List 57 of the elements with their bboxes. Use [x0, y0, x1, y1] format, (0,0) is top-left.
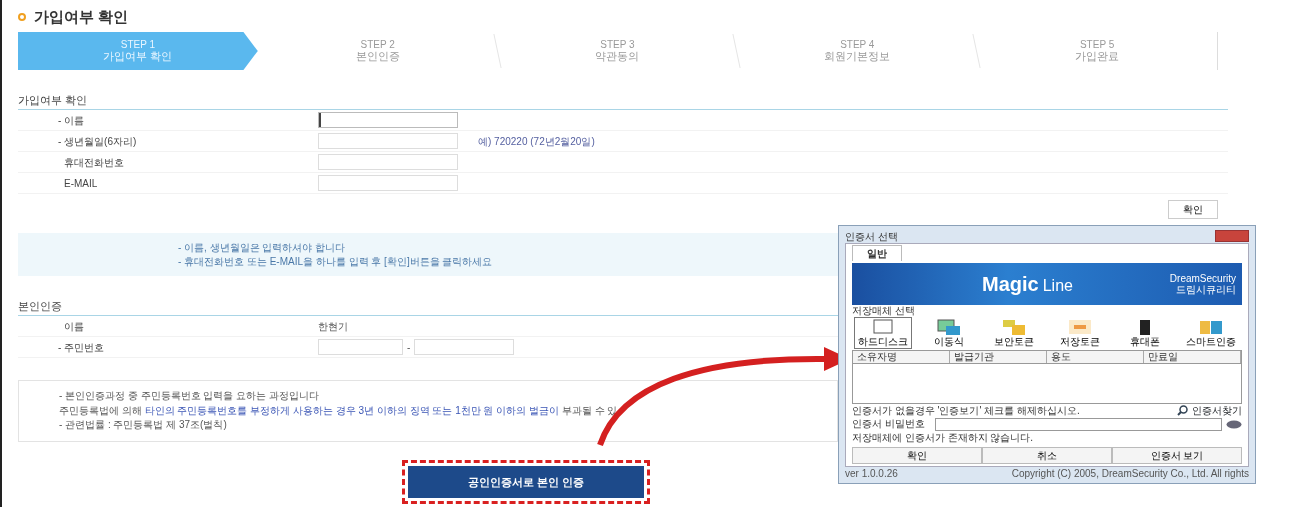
- media-option[interactable]: 스마트인증: [1181, 317, 1240, 349]
- media-option[interactable]: 이동식: [919, 317, 978, 349]
- dialog-button[interactable]: 취소: [982, 446, 1112, 464]
- notice-text: - 이름, 생년월일은 입력하셔야 합니다: [178, 241, 346, 255]
- field-label: 이름: [63, 319, 85, 334]
- monitor-icon: [870, 318, 896, 336]
- separator-text: -: [407, 340, 411, 355]
- input-field[interactable]: [414, 339, 515, 355]
- media-heading: 저장매체 선택: [852, 305, 916, 317]
- device-icon: [1066, 318, 1093, 336]
- close-button[interactable]: [1215, 230, 1249, 242]
- media-option[interactable]: 휴대폰: [1116, 317, 1175, 349]
- input-field[interactable]: [318, 339, 403, 355]
- input-field[interactable]: [318, 154, 458, 170]
- banner-title: Magic Line: [982, 272, 1073, 297]
- device-icon: [935, 318, 962, 336]
- search-icon: [1177, 405, 1188, 417]
- column-header: 만료일: [1144, 350, 1241, 363]
- input-field[interactable]: [318, 175, 458, 191]
- column-header: 소유자명: [853, 350, 950, 363]
- field-label: - 이름: [57, 113, 86, 128]
- keyboard-icon[interactable]: [1226, 420, 1242, 429]
- input-field[interactable]: [318, 112, 458, 128]
- field-label: 휴대전화번호: [63, 155, 125, 170]
- device-icon: [1197, 318, 1224, 336]
- field-hint: 예) 720220 (72년2월20일): [478, 134, 595, 149]
- media-option[interactable]: 저장토큰: [1050, 317, 1109, 349]
- dialog-button[interactable]: 인증서 보기: [1112, 446, 1242, 464]
- media-option[interactable]: 하드디스크: [854, 317, 912, 349]
- bullet-icon: [18, 13, 26, 21]
- section-heading: 가입여부 확인: [18, 92, 1228, 110]
- version-text: ver 1.0.0.26: [845, 467, 898, 480]
- dialog-title: 인증서 선택: [845, 229, 898, 244]
- notice-text: - 휴대전화번호 또는 E-MAIL을 하나를 입력 후 [확인]버튼을 클릭하세요: [178, 254, 493, 268]
- column-header: 용도: [1047, 350, 1144, 363]
- find-link[interactable]: 인증서찾기: [1177, 404, 1242, 417]
- status-text: 저장매체에 인증서가 존재하지 않습니다.: [852, 432, 1034, 445]
- input-field[interactable]: [318, 133, 458, 149]
- dialog-button[interactable]: 확인: [852, 446, 982, 464]
- hint-text: 인증서가 없을경우 '인증보기' 체크를 해제하십시오.: [852, 404, 1080, 417]
- logo-text: DreamSecurity: [1169, 273, 1236, 284]
- field-label: - 생년월일(6자리): [57, 134, 138, 149]
- page-title: 가입여부 확인: [34, 6, 129, 27]
- field-label: 인증서 비밀번호: [852, 418, 925, 431]
- field-value: 한현기: [318, 319, 348, 334]
- logo-caption: 드림시큐리티: [1176, 284, 1236, 295]
- device-icon: [1001, 318, 1028, 336]
- confirm-button[interactable]: 확인: [1168, 200, 1218, 219]
- copyright-text: Copyright (C) 2005, DreamSecurity Co., Ltd. All rights: [1011, 467, 1249, 480]
- field-label: E-MAIL: [63, 176, 99, 191]
- password-field[interactable]: [934, 418, 1222, 431]
- notice-text: - 관련법률 : 주민등록법 제 37조(벌칙): [59, 418, 227, 432]
- field-label: - 주민번호: [57, 340, 106, 355]
- notice-text: - 본인인증과정 중 주민등록번호 입력을 요하는 과정입니다: [59, 389, 319, 403]
- column-header: 발급기관: [950, 350, 1047, 363]
- media-option[interactable]: 보안토큰: [985, 317, 1044, 349]
- dialog-tab[interactable]: 일반: [852, 245, 902, 261]
